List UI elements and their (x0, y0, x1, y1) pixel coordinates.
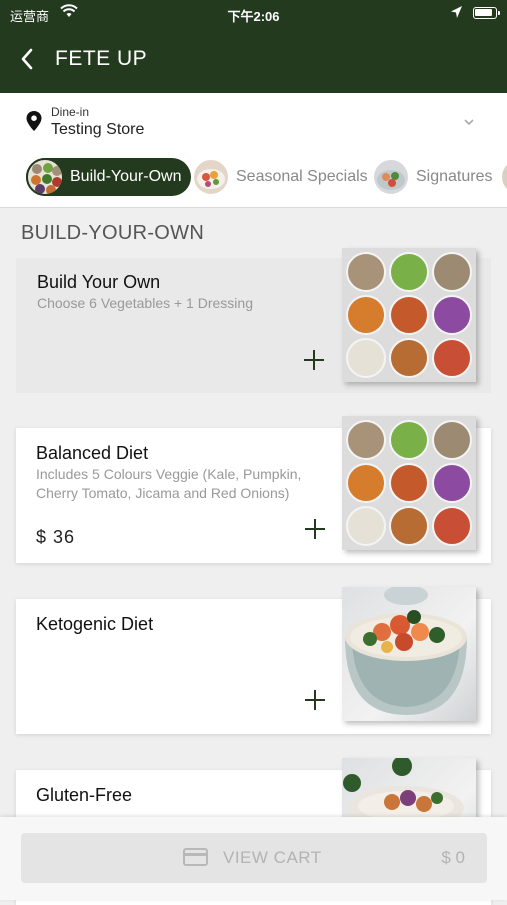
tab-thumbnail (192, 158, 230, 196)
tab-thumbnail (500, 158, 507, 196)
item-description: Includes 5 Colours Veggie (Kale, Pumpkin… (36, 466, 302, 501)
location-arrow-icon (450, 5, 463, 22)
status-bar: 运营商 下午2:06 (0, 0, 507, 28)
item-title: Build Your Own (37, 272, 161, 292)
tab-seasonal-specials[interactable]: Seasonal Specials (192, 158, 368, 196)
item-title: Ketogenic Diet (36, 614, 154, 634)
tab-label: Seasonal Specials (236, 168, 368, 185)
app-header: 运营商 下午2:06 FETE UP (0, 0, 507, 93)
credit-card-icon (183, 848, 208, 866)
item-price: $ 36 (36, 527, 76, 547)
add-icon[interactable] (303, 517, 327, 541)
cart-bar: VIEW CART $ 0 (0, 817, 507, 900)
view-cart-button[interactable]: VIEW CART $ 0 (21, 833, 487, 883)
tab-thumbnail (26, 158, 64, 196)
item-title: Balanced Diet (36, 443, 149, 463)
status-time: 下午2:06 (227, 9, 280, 24)
tab-more[interactable] (500, 158, 507, 196)
back-button[interactable] (14, 44, 44, 74)
page-title: FETE UP (55, 47, 148, 70)
view-cart-label: VIEW CART (223, 848, 322, 867)
cart-total: $ 0 (441, 848, 465, 867)
order-mode-label: Dine-in (51, 105, 90, 119)
tab-label: Build-Your-Own (70, 168, 182, 185)
item-image (342, 587, 476, 721)
item-title: Gluten-Free (36, 785, 133, 805)
tab-thumbnail (372, 158, 410, 196)
store-selector[interactable]: Dine-in Testing Store (0, 93, 507, 150)
back-icon (21, 48, 33, 70)
tab-build-your-own[interactable]: Build-Your-Own (26, 158, 192, 196)
add-icon[interactable] (303, 688, 327, 712)
menu-item-card[interactable]: Balanced Diet Includes 5 Colours Veggie … (16, 416, 491, 563)
chevron-down-icon (462, 114, 476, 132)
tab-signatures[interactable]: Signatures (372, 158, 493, 196)
item-image (342, 248, 476, 382)
tab-label: Signatures (416, 168, 493, 185)
category-tabs: Build-Your-Own Seasonal Specials Signatu… (0, 149, 507, 208)
section-title: BUILD-YOUR-OWN (21, 222, 205, 244)
item-description: Choose 6 Vegetables + 1 Dressing (37, 295, 253, 311)
map-pin-icon (26, 111, 42, 136)
item-image (342, 416, 476, 550)
battery-icon (473, 7, 500, 19)
store-name: Testing Store (51, 121, 145, 138)
menu-item-card[interactable]: Build Your Own Choose 6 Vegetables + 1 D… (16, 248, 491, 393)
menu-item-card[interactable]: Ketogenic Diet (16, 587, 491, 734)
add-icon[interactable] (302, 348, 326, 372)
